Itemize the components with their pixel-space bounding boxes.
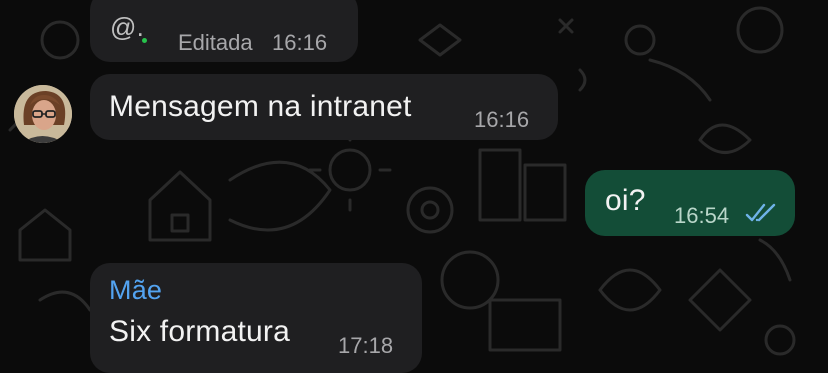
avatar[interactable] — [14, 85, 72, 143]
message-time: 16:54 — [674, 203, 730, 228]
message-bubble-edited[interactable]: @. Editada 16:16 — [90, 0, 358, 62]
message-time: 16:16 — [474, 107, 530, 132]
message-text: Six formatura — [109, 315, 290, 348]
message-time: 16:16 — [272, 30, 328, 55]
message-text: Mensagem na intranet — [109, 90, 412, 123]
read-double-check-icon — [745, 203, 776, 222]
online-dot — [142, 38, 147, 43]
message-time: 17:18 — [338, 333, 394, 358]
message-text: oi? — [605, 184, 646, 217]
message-bubble-incoming[interactable]: Mãe Six formatura 17:18 — [90, 263, 422, 373]
message-bubble-outgoing[interactable]: oi? 16:54 — [585, 170, 795, 236]
mention-symbol: @. — [110, 12, 145, 42]
sender-name[interactable]: Mãe — [109, 275, 162, 306]
message-bubble-incoming[interactable]: Mensagem na intranet 16:16 — [90, 74, 558, 140]
avatar-image — [14, 85, 72, 143]
edited-label: Editada — [178, 30, 253, 55]
